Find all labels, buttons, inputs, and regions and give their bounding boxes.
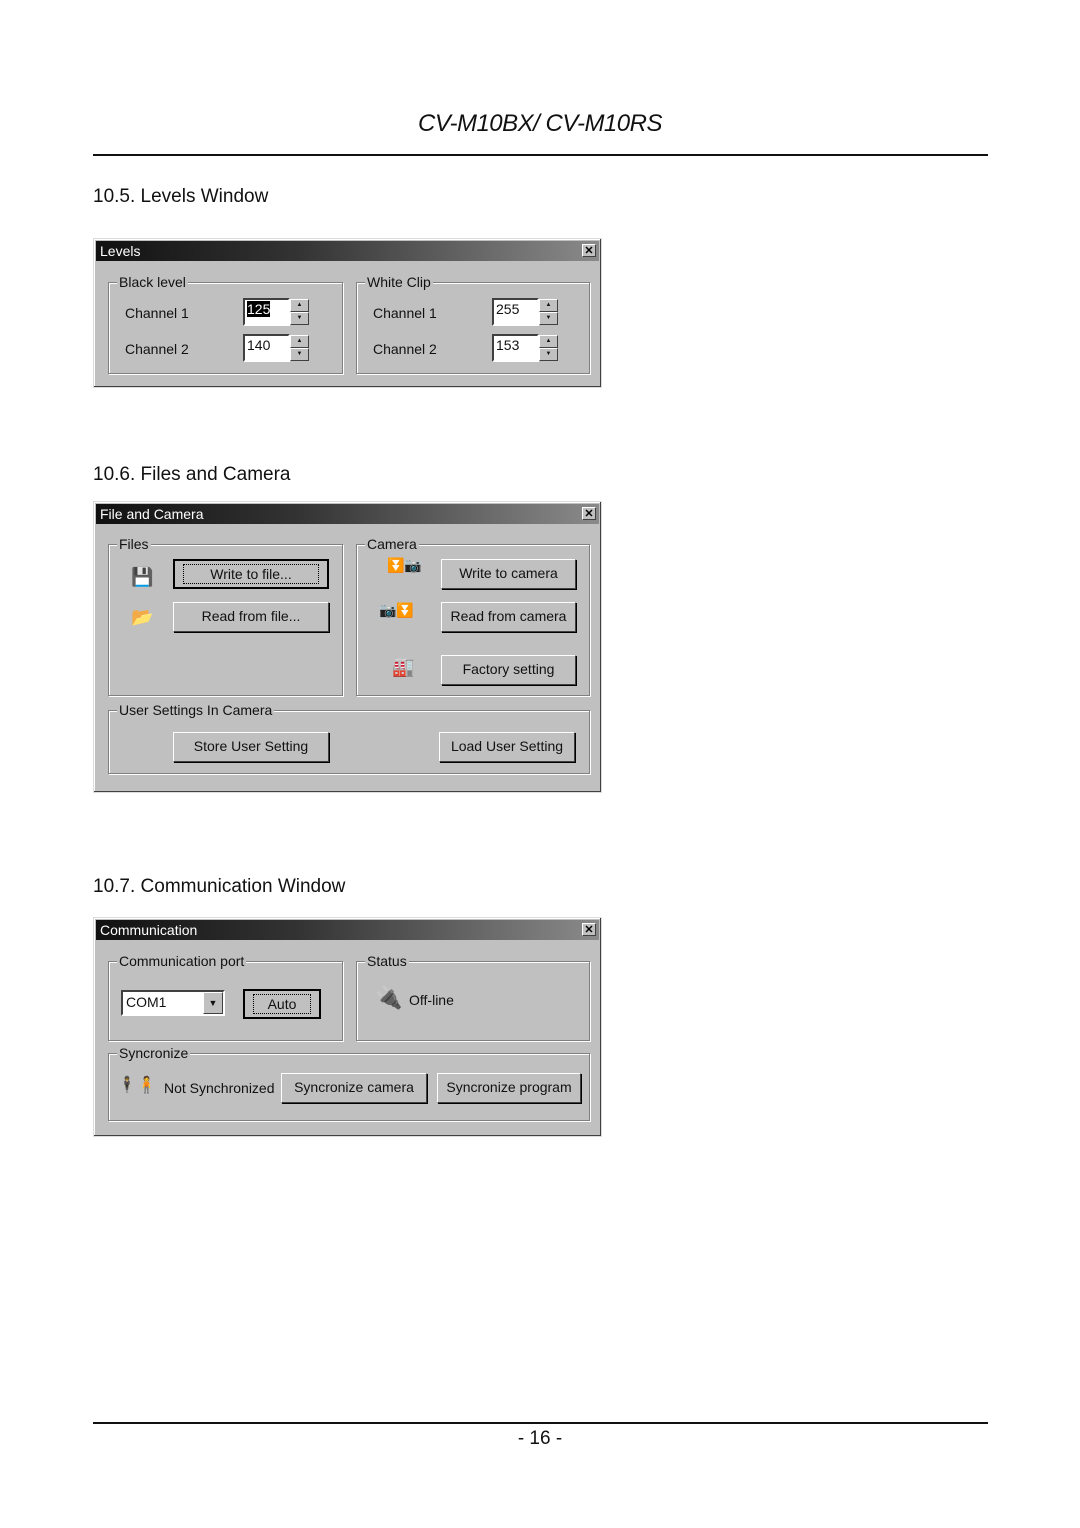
sync-status: Not Synchronized	[164, 1080, 275, 1096]
auto-button[interactable]: Auto	[243, 989, 321, 1019]
syncronize-program-button[interactable]: Syncronize program	[437, 1073, 581, 1103]
section-title-levels: 10.5. Levels Window	[93, 186, 269, 207]
file-camera-window: File and Camera ✕ Files 💾 Write to file.…	[93, 501, 602, 793]
footer-rule	[93, 1422, 988, 1424]
close-icon: ✕	[584, 245, 594, 257]
black-level-group: Black level Channel 1 125 ▲ ▼ Channel 2 1…	[108, 273, 343, 374]
levels-window: Levels ✕ Black level Channel 1 125 ▲ ▼ Ch…	[93, 238, 602, 388]
spin-down-button[interactable]: ▼	[539, 312, 558, 325]
black-channel2-spinner[interactable]: 140 ▲ ▼	[243, 334, 309, 362]
open-folder-icon: 📂	[131, 607, 154, 627]
user-settings-group: User Settings In Camera Store User Setti…	[108, 701, 590, 774]
page-number: - 16 -	[517, 1428, 563, 1449]
communication-titlebar[interactable]: Communication ✕	[96, 920, 599, 940]
floppy-disk-icon: 💾	[131, 567, 154, 587]
chevron-down-icon: ▼	[208, 998, 218, 1008]
dropdown-arrow[interactable]: ▼	[203, 992, 223, 1014]
black-channel2-input[interactable]: 140	[243, 334, 290, 362]
channel1-label: Channel 1	[125, 305, 189, 321]
levels-titlebar[interactable]: Levels ✕	[96, 241, 599, 261]
close-button[interactable]: ✕	[582, 507, 596, 520]
spin-down-button[interactable]: ▼	[290, 312, 309, 325]
syncronize-group: Syncronize 🕴🧍 Not Synchronized Syncroniz…	[108, 1044, 590, 1121]
group-label: Status	[365, 952, 409, 970]
close-button[interactable]: ✕	[582, 923, 596, 936]
spin-down-button[interactable]: ▼	[539, 348, 558, 361]
group-label: User Settings In Camera	[117, 701, 275, 719]
document-header: CV-M10BX/ CV-M10RS	[418, 110, 662, 137]
status-group: Status 🔌 Off-line	[356, 952, 590, 1041]
white-channel1-spinner[interactable]: 255 ▲ ▼	[492, 298, 558, 326]
com-port-select[interactable]: COM1 ▼	[121, 990, 225, 1016]
communication-port-group: Communication port COM1 ▼ Auto	[108, 952, 343, 1041]
close-button[interactable]: ✕	[582, 244, 596, 257]
files-group: Files 💾 Write to file... 📂 Read from fil…	[108, 535, 343, 696]
window-title: Levels	[100, 243, 141, 259]
white-clip-group: White Clip Channel 1 255 ▲ ▼ Channel 2 15…	[356, 273, 590, 374]
close-icon: ✕	[584, 508, 594, 520]
write-to-file-button[interactable]: Write to file...	[173, 559, 329, 589]
group-label: Black level	[117, 273, 188, 291]
white-channel2-spinner[interactable]: 153 ▲ ▼	[492, 334, 558, 362]
section-title-files-camera: 10.6. Files and Camera	[93, 464, 291, 485]
connection-status: Off-line	[409, 992, 454, 1008]
header-rule	[93, 154, 988, 156]
spin-up-button[interactable]: ▲	[290, 299, 309, 312]
file-camera-titlebar[interactable]: File and Camera ✕	[96, 504, 599, 524]
write-to-camera-button[interactable]: Write to camera	[441, 559, 576, 589]
group-label: White Clip	[365, 273, 433, 291]
group-label: Communication port	[117, 952, 247, 970]
group-label: Syncronize	[117, 1044, 191, 1062]
channel1-label: Channel 1	[373, 305, 437, 321]
sync-people-icon: 🕴🧍	[117, 1077, 157, 1094]
spin-up-button[interactable]: ▲	[539, 299, 558, 312]
close-icon: ✕	[584, 924, 594, 936]
section-title-communication: 10.7. Communication Window	[93, 876, 346, 897]
factory-setting-button[interactable]: Factory setting	[441, 655, 576, 685]
channel2-label: Channel 2	[373, 341, 437, 357]
white-channel2-input[interactable]: 153	[492, 334, 539, 362]
read-from-camera-button[interactable]: Read from camera	[441, 602, 576, 632]
com-port-value: COM1	[126, 994, 167, 1010]
connector-plug-icon: 🔌	[375, 985, 403, 1010]
syncronize-camera-button[interactable]: Syncronize camera	[281, 1073, 427, 1103]
load-user-setting-button[interactable]: Load User Setting	[439, 732, 575, 762]
group-label: Camera	[365, 535, 419, 553]
channel2-label: Channel 2	[125, 341, 189, 357]
black-channel1-spinner[interactable]: 125 ▲ ▼	[243, 298, 309, 326]
communication-window: Communication ✕ Communication port COM1 …	[93, 917, 602, 1137]
black-channel1-input[interactable]: 125	[243, 298, 290, 326]
download-to-camera-icon: ⏬📷	[387, 557, 422, 573]
spin-up-button[interactable]: ▲	[539, 335, 558, 348]
camera-group: Camera ⏬📷 Write to camera 📷⏬ Read from c…	[356, 535, 590, 696]
spin-down-button[interactable]: ▼	[290, 348, 309, 361]
group-label: Files	[117, 535, 151, 553]
spin-up-button[interactable]: ▲	[290, 335, 309, 348]
white-channel1-input[interactable]: 255	[492, 298, 539, 326]
read-from-file-button[interactable]: Read from file...	[173, 602, 329, 632]
factory-icon: 🏭	[392, 657, 415, 677]
store-user-setting-button[interactable]: Store User Setting	[173, 732, 329, 762]
window-title: File and Camera	[100, 506, 204, 522]
window-title: Communication	[100, 922, 198, 938]
upload-from-camera-icon: 📷⏬	[379, 602, 414, 618]
